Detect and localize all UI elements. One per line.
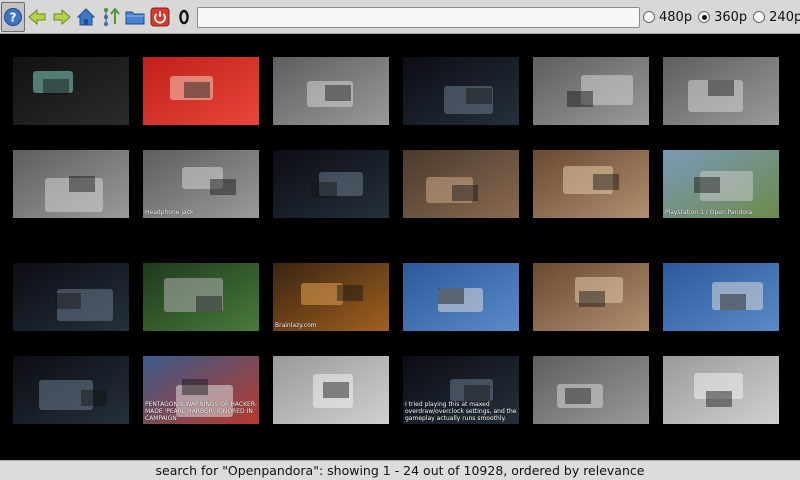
thumbnail-image (403, 57, 519, 125)
back-button[interactable] (26, 3, 48, 31)
info-icon (179, 9, 189, 24)
up-button[interactable] (100, 3, 122, 31)
video-thumbnail[interactable] (663, 263, 779, 331)
thumbnail-image (663, 356, 779, 424)
thumbnail-image (273, 263, 389, 331)
video-thumbnail[interactable] (273, 57, 389, 125)
resolution-label: 480p (659, 9, 693, 25)
thumbnail-image (273, 150, 389, 218)
resolution-option-240p[interactable]: 240p (753, 10, 800, 25)
thumbnail-caption: PENTAGON'S WARNINGS OF HACKER-MADE 'PEAR… (145, 401, 257, 422)
thumbnail-image (533, 356, 649, 424)
thumbnail-image (533, 150, 649, 218)
status-bar: search for "Openpandora": showing 1 - 24… (0, 460, 800, 480)
thumbnail-image (143, 263, 259, 331)
video-thumbnail[interactable]: Headphone jack (143, 150, 259, 218)
search-status-text: search for "Openpandora": showing 1 - 24… (155, 463, 645, 478)
video-thumbnail[interactable] (533, 150, 649, 218)
arrow-right-icon (53, 8, 71, 25)
video-thumbnail[interactable] (273, 150, 389, 218)
video-browser-window: ? 480p 360p 240p Headphone jack Playstat… (0, 0, 800, 480)
folder-button[interactable] (124, 3, 146, 31)
video-thumbnail[interactable] (533, 263, 649, 331)
toolbar: ? 480p 360p 240p (0, 0, 800, 34)
video-thumbnail[interactable] (533, 57, 649, 125)
thumbnail-image (13, 356, 129, 424)
video-thumbnail[interactable] (273, 356, 389, 424)
thumbnail-image (403, 150, 519, 218)
video-thumbnail[interactable] (533, 356, 649, 424)
video-thumbnail[interactable] (143, 263, 259, 331)
thumbnail-image (143, 150, 259, 218)
thumbnail-caption: Playstation 1 / Open Pandora (665, 209, 753, 216)
help-button[interactable]: ? (1, 1, 25, 32)
video-thumbnail[interactable] (663, 57, 779, 125)
thumbnail-image (663, 263, 779, 331)
thumbnail-image (13, 57, 129, 125)
thumbnail-image (533, 57, 649, 125)
forward-button[interactable] (51, 3, 73, 31)
power-button[interactable] (149, 3, 171, 31)
power-icon (150, 7, 169, 26)
video-thumbnail[interactable] (13, 356, 129, 424)
thumbnail-image (663, 57, 779, 125)
thumbnail-image (663, 150, 779, 218)
video-thumbnail[interactable]: PENTAGON'S WARNINGS OF HACKER-MADE 'PEAR… (143, 356, 259, 424)
arrow-left-icon (28, 8, 46, 25)
thumbnail-image (143, 57, 259, 125)
resolution-label: 360p (714, 9, 748, 25)
video-thumbnail[interactable]: Brainlazy.com (273, 263, 389, 331)
video-thumbnail[interactable] (663, 356, 779, 424)
video-thumbnail[interactable] (143, 57, 259, 125)
tree-up-icon (103, 6, 120, 26)
video-thumbnail[interactable] (403, 150, 519, 218)
thumbnail-caption: I tried playing this at maxed overdraw/o… (405, 401, 517, 422)
radio-480p[interactable] (643, 11, 655, 23)
video-thumbnail[interactable]: I tried playing this at maxed overdraw/o… (403, 356, 519, 424)
info-button[interactable] (173, 3, 195, 31)
folder-icon (125, 11, 145, 24)
thumbnail-image (403, 263, 519, 331)
thumbnail-image (13, 150, 129, 218)
thumbnail-image (273, 57, 389, 125)
radio-240p[interactable] (753, 11, 766, 23)
video-thumbnail[interactable] (13, 150, 129, 218)
video-thumbnail[interactable] (403, 263, 519, 331)
resolution-selector: 480p 360p 240p (643, 7, 800, 27)
resolution-option-480p[interactable]: 480p (643, 10, 692, 25)
home-button[interactable] (75, 3, 97, 31)
thumbnail-image (533, 263, 649, 331)
video-thumbnail[interactable]: Playstation 1 / Open Pandora (663, 150, 779, 218)
video-thumbnail[interactable] (403, 57, 519, 125)
video-thumbnail[interactable] (13, 57, 129, 125)
thumbnail-caption: Brainlazy.com (275, 322, 317, 329)
home-icon (76, 7, 96, 25)
question-icon: ? (4, 7, 22, 26)
svg-text:?: ? (10, 10, 17, 24)
thumbnail-image (13, 263, 129, 331)
resolution-label: 240p (769, 9, 800, 25)
thumbnail-caption: Headphone jack (145, 209, 194, 216)
thumbnail-image (273, 356, 389, 424)
radio-360p[interactable] (698, 11, 711, 23)
address-input[interactable] (197, 7, 640, 28)
video-thumbnail[interactable] (13, 263, 129, 331)
resolution-option-360p[interactable]: 360p (698, 10, 747, 25)
